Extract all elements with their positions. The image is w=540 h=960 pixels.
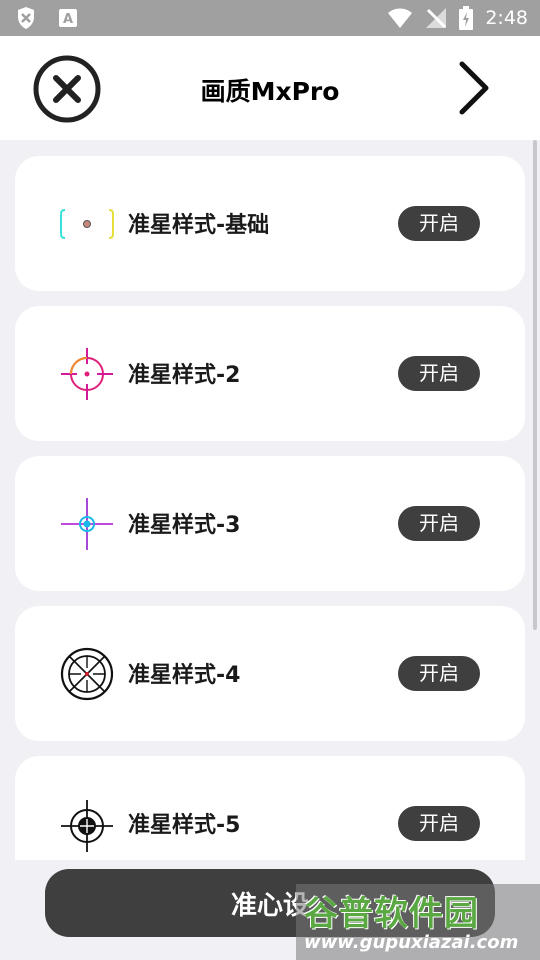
chevron-right-icon [459,61,489,115]
wifi-icon [388,8,413,28]
watermark-url: www.gupuxiazai.com [304,932,519,953]
crosshair-card-5: 准星样式-5 开启 [15,756,525,860]
status-time: 2:48 [485,7,528,29]
watermark-logo: 谷普软件园 www.gupuxiazai.com [296,884,540,960]
crosshair-label: 准星样式-基础 [128,213,270,238]
watermark-name: 谷普软件园 [304,894,479,934]
status-bar: A 2:48 [0,0,540,36]
enable-button[interactable]: 开启 [398,656,480,691]
crosshair-style-list[interactable]: 准星样式-基础 开启 准星样式-2 开启 准星样式-3 开启 准星样式-4 开启… [0,140,540,860]
next-button[interactable] [452,58,496,118]
enable-button[interactable]: 开启 [398,506,480,541]
font-a-icon: A [59,9,77,27]
crosshair-label: 准星样式-4 [128,663,241,688]
list-scrollbar[interactable] [533,140,537,630]
status-left-icons: A [16,6,78,30]
crosshair-label: 准星样式-3 [128,513,241,538]
crosshair-label: 准星样式-2 [128,363,241,388]
crosshair-card-4: 准星样式-4 开启 [15,606,525,741]
battery-charging-icon [459,6,474,30]
top-app-bar: 画质MxPro [0,36,540,140]
svg-text:A: A [63,12,73,27]
enable-button[interactable]: 开启 [398,356,480,391]
crosshair-cyan-icon [61,498,113,550]
enable-button[interactable]: 开启 [398,806,480,841]
crosshair-basic-icon [60,209,114,239]
crosshair-scope-icon [60,647,114,701]
crosshair-card-3: 准星样式-3 开启 [15,456,525,591]
crosshair-pink-icon [61,348,113,400]
status-right-icons: 2:48 [387,0,528,36]
crosshair-target-icon [61,800,113,852]
crosshair-label: 准星样式-5 [128,813,241,838]
no-signal-icon [426,8,447,29]
enable-button[interactable]: 开启 [398,206,480,241]
shield-icon [18,7,34,29]
crosshair-card-2: 准星样式-2 开启 [15,306,525,441]
crosshair-card-basic: 准星样式-基础 开启 [15,156,525,291]
